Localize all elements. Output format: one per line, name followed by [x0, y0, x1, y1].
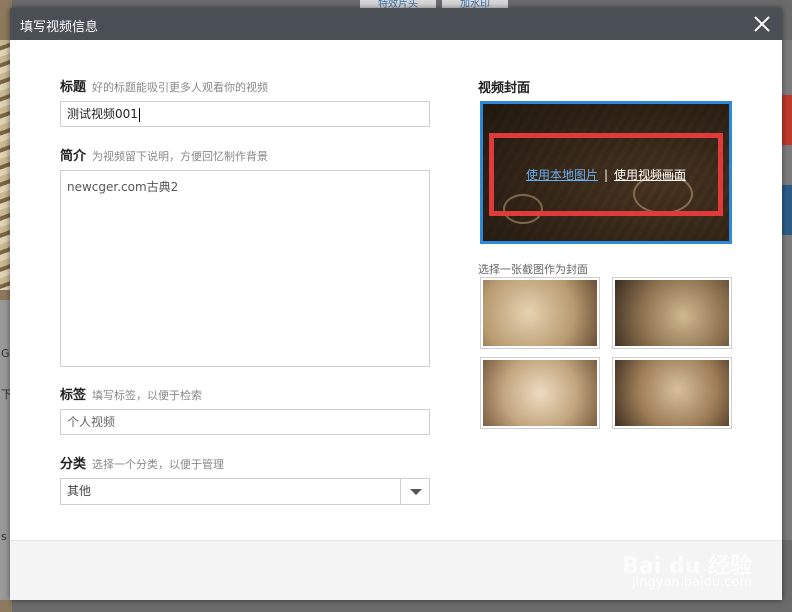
title-input[interactable]: 测试视频001	[60, 101, 430, 127]
close-icon[interactable]	[752, 14, 772, 34]
description-hint: 为视频留下说明，方便回忆制作背景	[92, 150, 269, 163]
background-ad	[782, 95, 792, 145]
background-left-mark: G	[1, 347, 10, 360]
cover-heading: 视频封面	[478, 81, 531, 96]
tags-hint: 填写标签，以便于检索	[92, 389, 203, 402]
title-label: 标题 好的标题能吸引更多人观看你的视频	[60, 76, 268, 95]
category-label-text: 分类	[60, 457, 87, 472]
title-input-value: 测试视频001	[67, 107, 138, 121]
background-left-mark: s	[1, 530, 7, 543]
watermark-url: jingyan.baidu.com	[632, 575, 752, 590]
cover-thumbnail[interactable]	[612, 357, 732, 429]
tags-label: 标签 填写标签，以便于检索	[60, 384, 202, 403]
category-selected-value: 其他	[67, 484, 92, 498]
dialog-title: 填写视频信息	[20, 20, 99, 35]
cover-preview: 使用本地图片 | 使用视频画面	[480, 101, 732, 244]
video-info-dialog: 填写视频信息 标题 好的标题能吸引更多人观看你的视频 测试视频001 简介 为视频留…	[10, 8, 782, 600]
use-video-frame-link[interactable]: 使用视频画面	[614, 168, 686, 182]
category-select[interactable]: 其他	[60, 478, 430, 505]
dialog-header: 填写视频信息	[10, 8, 782, 40]
cover-source-options: 使用本地图片 | 使用视频画面	[494, 166, 718, 183]
description-textarea[interactable]: newcger.com古典2	[60, 170, 430, 367]
description-value: newcger.com古典2	[67, 180, 179, 194]
cover-thumbnail[interactable]	[480, 357, 600, 429]
title-hint: 好的标题能吸引更多人观看你的视频	[92, 81, 269, 94]
tags-label-text: 标签	[60, 388, 87, 403]
thumbnail-image	[615, 280, 729, 346]
cover-thumbnail[interactable]	[480, 277, 600, 349]
chevron-down-icon[interactable]	[400, 479, 429, 504]
background-ad	[782, 185, 792, 235]
description-label-text: 简介	[60, 149, 87, 164]
use-local-image-link[interactable]: 使用本地图片	[526, 168, 598, 182]
title-label-text: 标题	[60, 80, 87, 95]
cover-options-highlight: 使用本地图片 | 使用视频画面	[489, 133, 723, 216]
dialog-body: 标题 好的标题能吸引更多人观看你的视频 测试视频001 简介 为视频留下说明，方便回…	[10, 40, 782, 540]
description-label: 简介 为视频留下说明，方便回忆制作背景	[60, 145, 268, 164]
text-caret	[138, 107, 140, 122]
tags-placeholder: 个人视频	[67, 415, 116, 429]
category-label: 分类 选择一个分类，以便于管理	[60, 453, 224, 472]
thumbnail-image	[483, 280, 597, 346]
category-hint: 选择一个分类，以便于管理	[92, 458, 225, 471]
thumbnail-image	[615, 360, 729, 426]
cover-thumbnail[interactable]	[612, 277, 732, 349]
tags-input[interactable]: 个人视频	[60, 409, 430, 435]
thumbnail-image	[483, 360, 597, 426]
cover-link-separator: |	[603, 168, 609, 182]
thumbs-label: 选择一张截图作为封面	[478, 263, 588, 276]
